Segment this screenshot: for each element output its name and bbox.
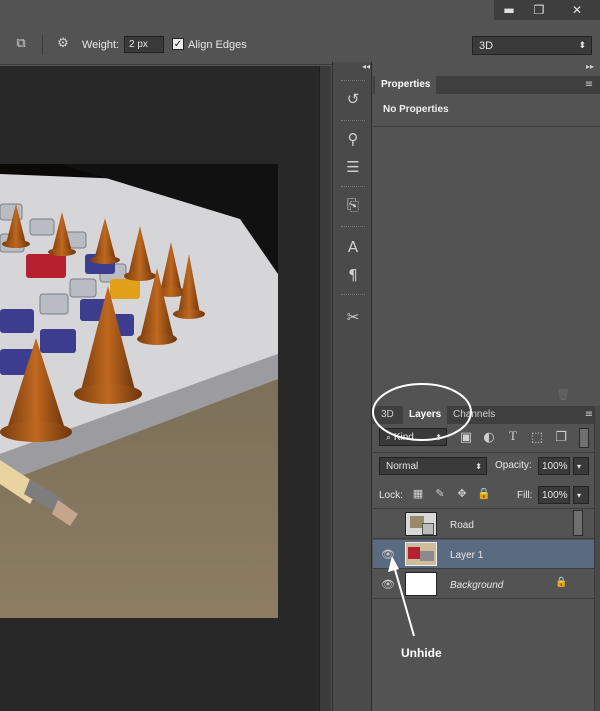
- annotation-label: Unhide: [401, 646, 442, 660]
- arrow-head: [388, 556, 399, 572]
- arrow-line: [393, 565, 415, 637]
- annotation-overlay: [372, 383, 472, 637]
- highlight-circle: [372, 383, 472, 441]
